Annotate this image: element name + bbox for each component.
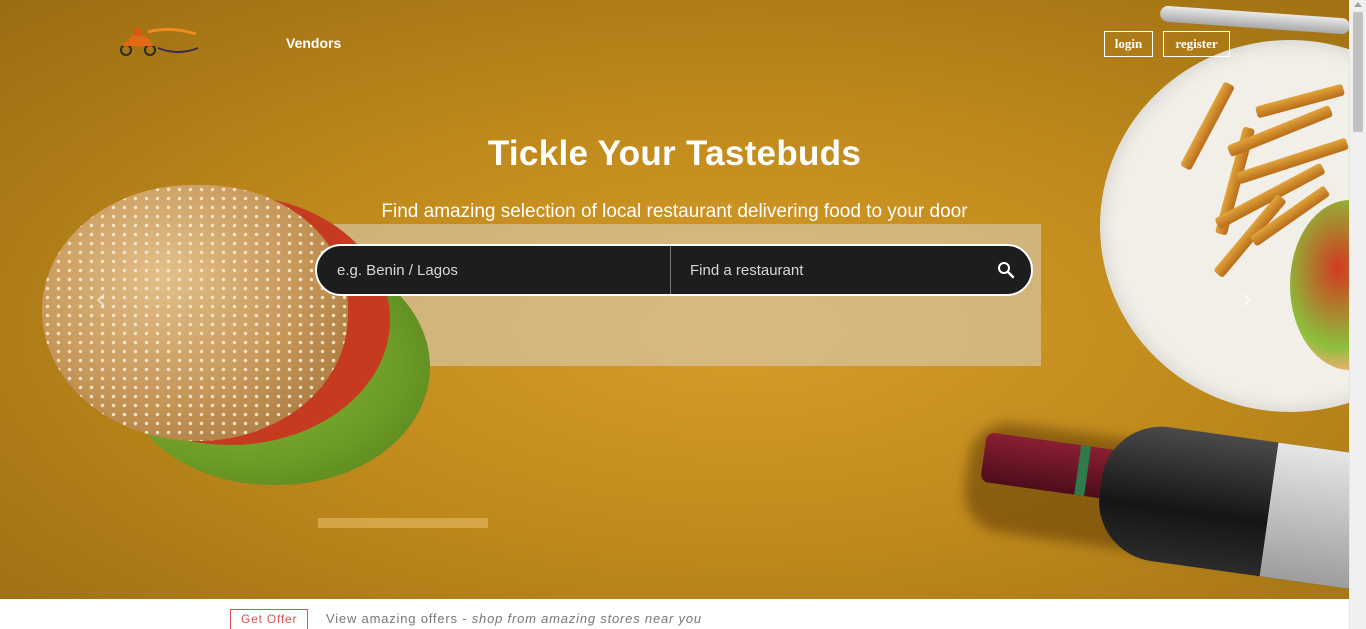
bottle-neck <box>980 431 1116 500</box>
nav-vendors-link[interactable]: Vendors <box>286 35 341 51</box>
chevron-right-icon: › <box>1241 282 1253 317</box>
search-form <box>315 244 1033 296</box>
register-button[interactable]: register <box>1163 31 1230 57</box>
logo-icon <box>120 27 199 56</box>
carousel-prev-button[interactable]: ‹ <box>86 285 116 315</box>
chevron-left-icon: ‹ <box>95 282 107 317</box>
offer-text: View amazing offers - shop from amazing … <box>326 611 702 626</box>
hero-title: Tickle Your Tastebuds <box>487 134 862 173</box>
carousel-next-button[interactable]: › <box>1232 285 1262 315</box>
offer-text-italic: shop from amazing stores near you <box>471 611 702 626</box>
scrollbar-thumb[interactable] <box>1353 12 1363 132</box>
logo-link[interactable] <box>118 22 202 58</box>
scroll-up-icon[interactable] <box>1354 2 1362 7</box>
offer-text-main: View amazing offers - <box>326 611 472 626</box>
search-button[interactable] <box>981 246 1031 294</box>
page: Vendors login register Tickle Your Taste… <box>0 0 1366 629</box>
hero-carousel: Vendors login register Tickle Your Taste… <box>0 0 1349 599</box>
offer-strip: Get Offer View amazing offers - shop fro… <box>0 599 1349 629</box>
page-scrollbar[interactable] <box>1349 0 1366 629</box>
login-button[interactable]: login <box>1104 31 1153 57</box>
get-offer-button[interactable]: Get Offer <box>230 609 309 629</box>
hero-subtitle: Find amazing selection of local restaura… <box>381 201 968 222</box>
placemat-shadow-decoration <box>318 518 488 528</box>
restaurant-input[interactable] <box>671 246 981 294</box>
location-input[interactable] <box>317 246 671 294</box>
search-icon <box>998 262 1015 279</box>
